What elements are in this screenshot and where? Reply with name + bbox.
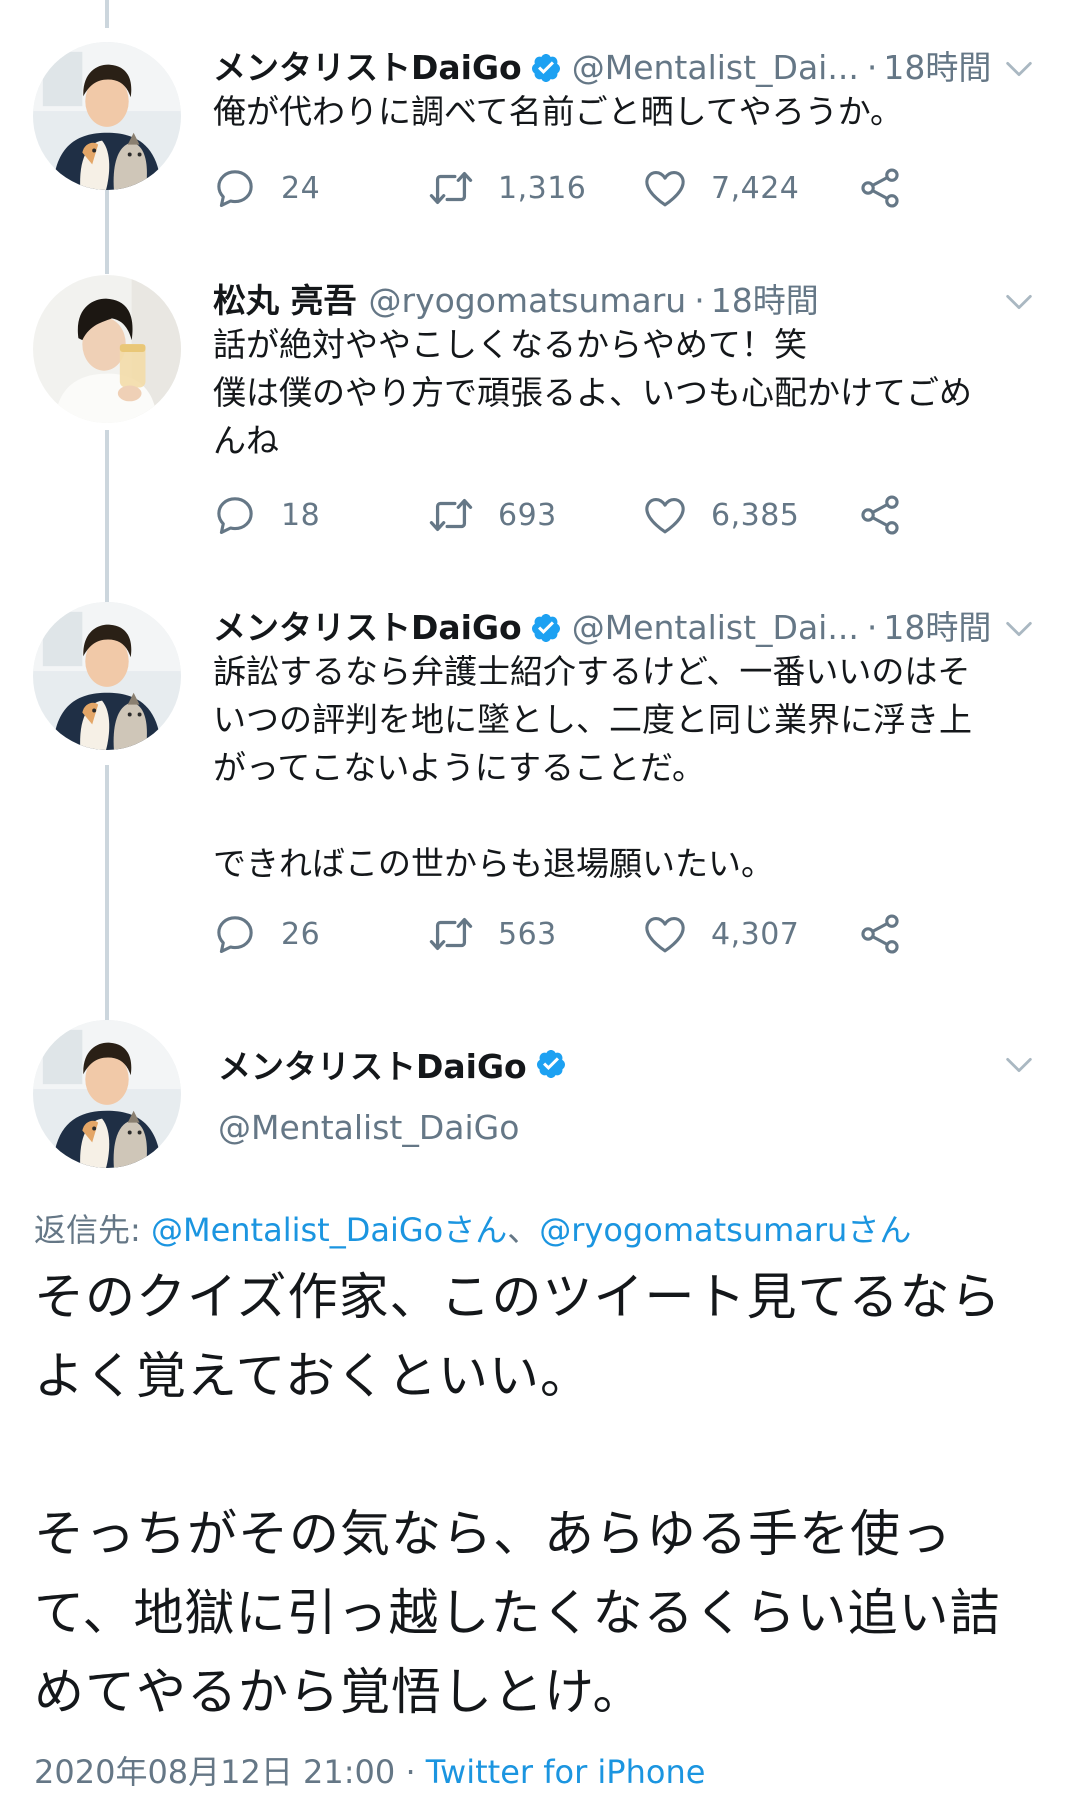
tweet-2[interactable]: 松丸 亮吾 @ryogomatsumaru · 18時間 話が絶対ややこしくなる… xyxy=(0,275,1080,545)
retweet-button[interactable]: 563 xyxy=(428,904,557,964)
verified-badge-icon xyxy=(535,1048,567,1080)
chevron-down-icon[interactable] xyxy=(1002,52,1036,86)
share-button[interactable] xyxy=(858,158,926,218)
avatar[interactable] xyxy=(33,1020,181,1168)
reply-button[interactable]: 24 xyxy=(213,158,320,218)
reply-button[interactable]: 18 xyxy=(213,485,320,545)
tweet-source-link[interactable]: Twitter for iPhone xyxy=(426,1753,706,1791)
display-name[interactable]: メンタリストDaiGo xyxy=(213,42,522,94)
retweet-button[interactable]: 1,316 xyxy=(428,158,586,218)
reply-count: 18 xyxy=(281,497,321,533)
share-button[interactable] xyxy=(858,904,926,964)
retweet-icon xyxy=(428,492,474,538)
timestamp[interactable]: 18時間 xyxy=(883,602,991,654)
handle[interactable]: @Mentalist_Dai... xyxy=(572,42,859,94)
like-count: 6,385 xyxy=(711,497,800,533)
reply-icon xyxy=(213,166,257,210)
display-name[interactable]: 松丸 亮吾 xyxy=(213,275,357,327)
tweet-actions: 26 563 4,307 xyxy=(213,904,933,964)
verified-badge-icon xyxy=(530,52,562,84)
verified-badge-icon xyxy=(530,612,562,644)
handle[interactable]: @Mentalist_Dai... xyxy=(572,602,859,654)
timestamp[interactable]: 18時間 xyxy=(711,275,819,327)
share-button[interactable] xyxy=(858,485,926,545)
tweet-actions: 24 1,316 7,424 xyxy=(213,158,933,218)
retweet-icon xyxy=(428,165,474,211)
tweet-header: 松丸 亮吾 @ryogomatsumaru · 18時間 xyxy=(213,275,819,327)
handle[interactable]: @ryogomatsumaru xyxy=(369,275,687,327)
chevron-down-icon[interactable] xyxy=(1002,1048,1036,1082)
tweet-text: 訴訟するなら弁護士紹介するけど、一番いいのはそ いつの評判を地に墜とし、二度と同… xyxy=(213,652,972,883)
timestamp[interactable]: 18時間 xyxy=(883,42,991,94)
tweet-actions: 18 693 6,385 xyxy=(213,485,933,545)
retweet-count: 1,316 xyxy=(498,170,587,206)
avatar[interactable] xyxy=(33,42,181,190)
timestamp-separator: · xyxy=(395,1753,426,1791)
main-tweet: メンタリストDaiGo @Mentalist_DaiGo 返信先: @Menta… xyxy=(0,1020,1080,1791)
heart-icon xyxy=(643,166,687,210)
reply-to-separator: 、 xyxy=(507,1211,540,1249)
separator-dot: · xyxy=(866,608,878,647)
share-icon xyxy=(858,912,902,956)
thread-line-top xyxy=(105,0,109,28)
main-author-row[interactable]: メンタリストDaiGo xyxy=(218,1040,577,1088)
tweet-1[interactable]: メンタリストDaiGo @Mentalist_Dai... · 18時間 俺が代… xyxy=(0,42,1080,242)
like-count: 7,424 xyxy=(711,170,800,206)
reply-to-label: 返信先: xyxy=(34,1211,151,1249)
main-tweet-text: そのクイズ作家、このツイート見てるなら よく覚えておくといい。 そっちがその気な… xyxy=(34,1268,1002,1721)
like-button[interactable]: 7,424 xyxy=(643,158,799,218)
tweet-text: 俺が代わりに調べて名前ごと晒してやろうか。 xyxy=(213,92,904,131)
like-button[interactable]: 6,385 xyxy=(643,485,799,545)
heart-icon xyxy=(643,912,687,956)
separator-dot: · xyxy=(694,281,705,320)
reply-icon xyxy=(213,493,257,537)
handle[interactable]: @Mentalist_DaiGo xyxy=(218,1108,519,1147)
tweet-text: 話が絶対ややこしくなるからやめて！笑 僕は僕のやり方で頑張るよ、いつも心配かけて… xyxy=(213,325,972,460)
reply-icon xyxy=(213,912,257,956)
avatar[interactable] xyxy=(33,602,181,750)
retweet-count: 563 xyxy=(498,916,557,952)
tweet-3[interactable]: メンタリストDaiGo @Mentalist_Dai... · 18時間 訴訟す… xyxy=(0,602,1080,962)
chevron-down-icon[interactable] xyxy=(1002,285,1036,319)
reply-to-line: 返信先: @Mentalist_DaiGoさん、@ryogomatsumaruさ… xyxy=(34,1205,911,1251)
reply-count: 26 xyxy=(281,916,321,952)
separator-dot: · xyxy=(866,48,878,87)
display-name[interactable]: メンタリストDaiGo xyxy=(218,1040,527,1088)
heart-icon xyxy=(643,493,687,537)
avatar[interactable] xyxy=(33,275,181,423)
display-name[interactable]: メンタリストDaiGo xyxy=(213,602,522,654)
share-icon xyxy=(858,493,902,537)
share-icon xyxy=(858,166,902,210)
tweet-header: メンタリストDaiGo @Mentalist_Dai... · 18時間 xyxy=(213,602,991,654)
retweet-button[interactable]: 693 xyxy=(428,485,557,545)
chevron-down-icon[interactable] xyxy=(1002,612,1036,646)
reply-to-user-link[interactable]: @Mentalist_DaiGoさん xyxy=(151,1211,507,1249)
retweet-icon xyxy=(428,911,474,957)
like-count: 4,307 xyxy=(711,916,800,952)
tweet-datetime[interactable]: 2020年08月12日 21:00 xyxy=(34,1753,395,1791)
tweet-timestamp-line: 2020年08月12日 21:00 · Twitter for iPhone xyxy=(34,1747,705,1793)
retweet-count: 693 xyxy=(498,497,557,533)
reply-to-user-link[interactable]: @ryogomatsumaruさん xyxy=(539,1211,911,1249)
like-button[interactable]: 4,307 xyxy=(643,904,799,964)
reply-count: 24 xyxy=(281,170,321,206)
reply-button[interactable]: 26 xyxy=(213,904,320,964)
tweet-header: メンタリストDaiGo @Mentalist_Dai... · 18時間 xyxy=(213,42,991,94)
